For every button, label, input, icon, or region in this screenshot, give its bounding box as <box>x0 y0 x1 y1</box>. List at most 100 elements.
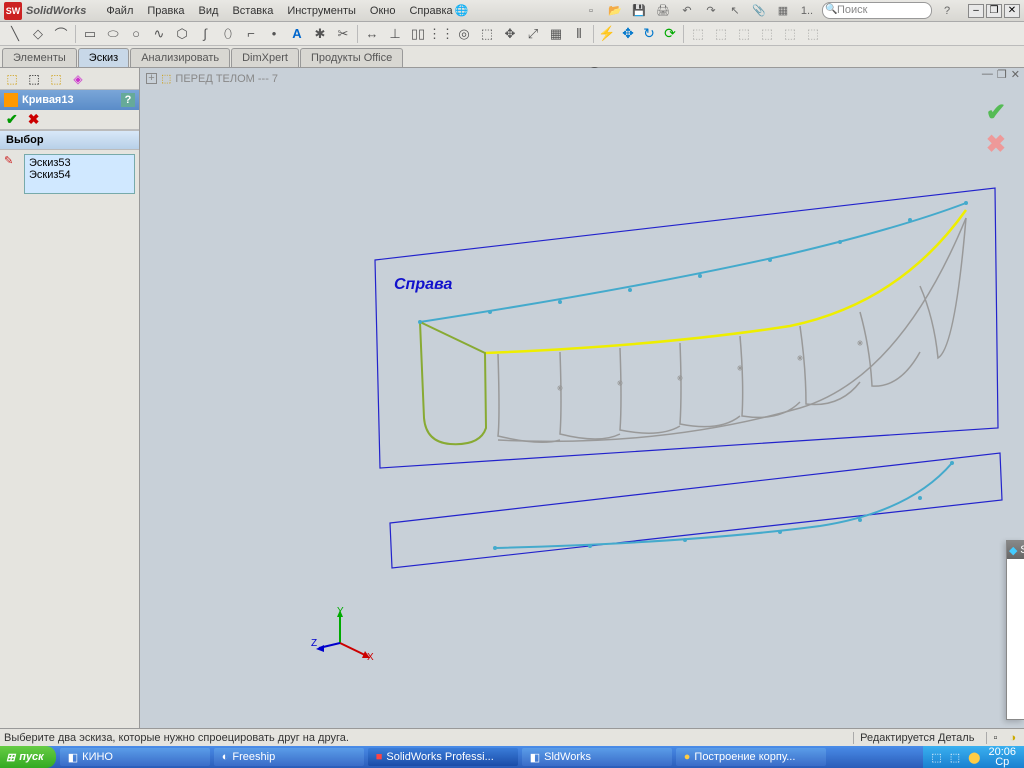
ellipse-icon[interactable]: ⬯ <box>217 24 239 44</box>
status-flag-icon[interactable]: ◑ <box>1009 732 1016 744</box>
point-icon[interactable]: • <box>263 24 285 44</box>
graphics-viewport[interactable]: — ❐ ✕ + ⬚ ПЕРЕД ТЕЛОМ --- 7 ✔ ✖ Справа <box>140 68 1024 728</box>
taskbar-item[interactable]: ■SolidWorks Professi... <box>368 748 518 766</box>
more-icon[interactable]: 1.. <box>798 2 816 20</box>
redo-icon[interactable]: ↷ <box>702 2 720 20</box>
title-bar: SW SolidWorks Файл Правка Вид Вставка Ин… <box>0 0 1024 22</box>
taskbar-item[interactable]: ◧SldWorks <box>522 748 672 766</box>
selection-body: ✎ Эскиз53 Эскиз54 <box>0 150 139 198</box>
offset-icon[interactable]: ◎ <box>453 24 475 44</box>
cancel-button[interactable]: ✖ <box>28 111 40 128</box>
question-icon[interactable]: ? <box>938 2 956 20</box>
tab-dimxpert[interactable]: DimXpert <box>231 48 299 67</box>
help-icon[interactable]: 🌐 <box>453 2 471 20</box>
menu-edit[interactable]: Правка <box>147 5 184 17</box>
tab-elements[interactable]: Элементы <box>2 48 77 67</box>
arc-icon[interactable]: ⌒ <box>50 24 72 44</box>
rebuild-icon[interactable]: ⚡ <box>597 24 617 44</box>
feature2-icon[interactable]: ⬚ <box>710 24 732 44</box>
poly-icon[interactable]: ⬡ <box>171 24 193 44</box>
ok-button[interactable]: ✔ <box>6 111 18 128</box>
dim-icon[interactable]: ↔ <box>361 24 383 44</box>
snap-icon[interactable]: ✱ <box>309 24 331 44</box>
rotate-view-icon[interactable]: ↻ <box>639 24 659 44</box>
spline-icon[interactable]: ∿ <box>148 24 170 44</box>
grid-icon[interactable]: ▦ <box>774 2 792 20</box>
dimexpert-tab[interactable]: ◈ <box>68 70 88 88</box>
trim-icon[interactable]: ✂ <box>332 24 354 44</box>
clip-icon[interactable]: 📎 <box>750 2 768 20</box>
tab-sketch[interactable]: Эскиз <box>78 48 129 67</box>
text-icon[interactable]: A <box>286 24 308 44</box>
mirror-icon[interactable]: ▯▯ <box>407 24 429 44</box>
tray-icon[interactable]: ⬚ <box>931 751 941 764</box>
undo-icon[interactable]: ↶ <box>678 2 696 20</box>
status-mode: Редактируется Деталь <box>853 732 980 744</box>
menu-help[interactable]: Справка <box>409 5 452 17</box>
shape-icon[interactable]: ◇ <box>27 24 49 44</box>
relation-icon[interactable]: ⊥ <box>384 24 406 44</box>
feature-manager: ⬚ ⬚ ⬚ ◈ Кривая13 ? ✔ ✖ Выбор ✎ Эскиз53 Э… <box>0 68 140 728</box>
taskbar-item[interactable]: ◧КИНО <box>60 748 210 766</box>
move-icon[interactable]: ✥ <box>499 24 521 44</box>
manager-tabs: ⬚ ⬚ ⬚ ◈ <box>0 68 139 90</box>
circle-icon[interactable]: ○ <box>125 24 147 44</box>
selection-list[interactable]: Эскиз53 Эскиз54 <box>24 154 135 194</box>
feature5-icon[interactable]: ⬚ <box>779 24 801 44</box>
rect-icon[interactable]: ▭ <box>79 24 101 44</box>
status-units-icon[interactable]: ▫ <box>986 732 1003 744</box>
clock[interactable]: 20:06Ср <box>988 747 1016 767</box>
curve-icon[interactable]: ∫ <box>194 24 216 44</box>
feature3-icon[interactable]: ⬚ <box>733 24 755 44</box>
menu-file[interactable]: Файл <box>106 5 133 17</box>
feature-tree-tab[interactable]: ⬚ <box>2 70 22 88</box>
minimize-button[interactable]: – <box>968 4 984 18</box>
windows-taskbar: ⊞ пуск ◧КИНО ◐Freeship ■SolidWorks Profe… <box>0 746 1024 768</box>
feature6-icon[interactable]: ⬚ <box>802 24 824 44</box>
grid2-icon[interactable]: ▦ <box>545 24 567 44</box>
task-pane[interactable]: ◆ S <box>1006 540 1024 720</box>
start-button[interactable]: ⊞ пуск <box>0 746 56 768</box>
menu-insert[interactable]: Вставка <box>232 5 273 17</box>
tray-icon[interactable]: ⬚ <box>950 751 960 764</box>
model-drawing <box>140 68 1020 688</box>
taskbar-item[interactable]: ●Построение корпу... <box>676 748 826 766</box>
constraint-icon[interactable]: ⫴ <box>568 24 590 44</box>
axis-z-label: Z <box>311 638 317 649</box>
app-icon: ◧ <box>68 751 78 764</box>
menu-window[interactable]: Окно <box>370 5 396 17</box>
tab-analyze[interactable]: Анализировать <box>130 48 230 67</box>
property-tab[interactable]: ⬚ <box>24 70 44 88</box>
menu-tools[interactable]: Инструменты <box>287 5 356 17</box>
selection-section-header[interactable]: Выбор <box>0 130 139 150</box>
tab-office[interactable]: Продукты Office <box>300 48 403 67</box>
pattern-icon[interactable]: ⋮⋮ <box>430 24 452 44</box>
line-icon[interactable]: ╲ <box>4 24 26 44</box>
convert-icon[interactable]: ⬚ <box>476 24 498 44</box>
tray-icon[interactable]: ⬤ <box>968 751 980 764</box>
scale-icon[interactable]: ⤢ <box>522 24 544 44</box>
open-icon[interactable]: 📂 <box>606 2 624 20</box>
property-help-icon[interactable]: ? <box>121 93 135 107</box>
new-icon[interactable]: ▫ <box>582 2 600 20</box>
selection-item[interactable]: Эскиз54 <box>29 169 130 181</box>
refresh-icon[interactable]: ⟳ <box>660 24 680 44</box>
close-button[interactable]: ✕ <box>1004 4 1020 18</box>
fillet-icon[interactable]: ⌐ <box>240 24 262 44</box>
save-icon[interactable]: 💾 <box>630 2 648 20</box>
view-triad[interactable]: Y X Z <box>315 608 375 668</box>
status-hint: Выберите два эскиза, которые нужно спрое… <box>4 732 349 744</box>
config-tab[interactable]: ⬚ <box>46 70 66 88</box>
search-input[interactable]: Поиск <box>822 2 932 19</box>
slot-icon[interactable]: ⬭ <box>102 24 124 44</box>
restore-button[interactable]: ❐ <box>986 4 1002 18</box>
menu-view[interactable]: Вид <box>199 5 219 17</box>
select-icon[interactable]: ↖ <box>726 2 744 20</box>
move-view-icon[interactable]: ✥ <box>618 24 638 44</box>
print-icon[interactable]: 🖨 <box>654 2 672 20</box>
feature1-icon[interactable]: ⬚ <box>687 24 709 44</box>
taskbar-item[interactable]: ◐Freeship <box>214 748 364 766</box>
feature4-icon[interactable]: ⬚ <box>756 24 778 44</box>
selection-item[interactable]: Эскиз53 <box>29 157 130 169</box>
system-tray[interactable]: ⬚ ⬚ ⬤ 20:06Ср <box>923 746 1024 768</box>
